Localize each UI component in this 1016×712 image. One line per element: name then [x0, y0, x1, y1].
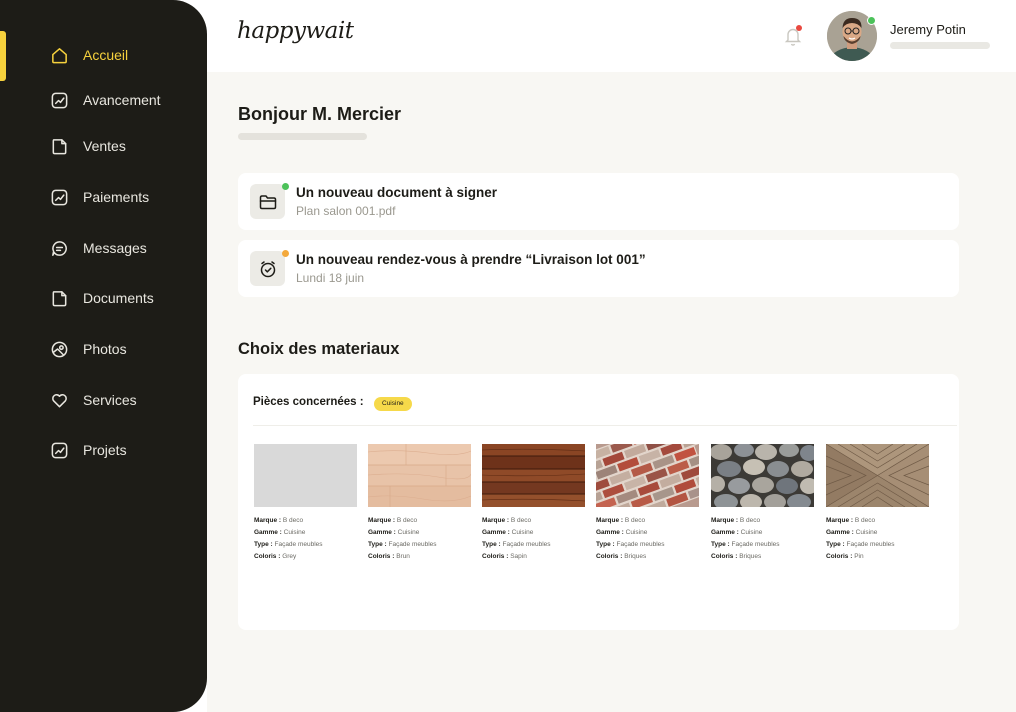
greeting-subtitle-placeholder: [238, 133, 367, 140]
page-title: Bonjour M. Mercier: [238, 104, 402, 124]
active-indicator: [0, 31, 6, 81]
material-specs: Marque : B deco Gamme : Cuisine Type : F…: [826, 517, 895, 560]
notification-card-document[interactable]: Un nouveau document à signer Plan salon …: [238, 173, 959, 230]
sidebar-item-avancement[interactable]: Avancement: [50, 88, 161, 112]
sidebar-item-messages[interactable]: Messages: [50, 236, 147, 260]
app-logo[interactable]: happywait: [237, 18, 354, 44]
home-icon: [50, 46, 69, 65]
sidebar-item-label: Documents: [83, 290, 154, 306]
material-card[interactable]: Marque : B deco Gamme : Cuisine Type : F…: [826, 444, 929, 563]
material-specs: Marque : B deco Gamme : Cuisine Type : F…: [254, 517, 323, 560]
top-header: happywait Jeremy Potin: [207, 0, 1016, 72]
document-icon: [50, 289, 69, 308]
folder-icon: [259, 194, 276, 209]
chart-icon: [50, 188, 69, 207]
material-swatch-light-wood: [368, 444, 471, 507]
main-content: Bonjour M. Mercier Un nouveau document à…: [207, 72, 1016, 712]
user-name[interactable]: Jeremy Potin: [890, 22, 966, 37]
notifications-button[interactable]: [783, 25, 803, 47]
user-subtitle-placeholder: [890, 42, 990, 49]
material-card[interactable]: Marque : B deco Gamme : Cuisine Type : F…: [254, 444, 357, 563]
sidebar-item-label: Services: [83, 392, 137, 408]
photo-icon: [50, 340, 69, 359]
notification-subtitle: Lundi 18 juin: [296, 271, 365, 285]
rooms-label: Pièces concernées :: [253, 396, 364, 408]
online-status-dot: [867, 16, 876, 25]
notification-icon-box: [250, 184, 285, 219]
material-specs: Marque : B deco Gamme : Cuisine Type : F…: [596, 517, 665, 560]
notification-card-appointment[interactable]: Un nouveau rendez-vous à prendre “Livrai…: [238, 240, 959, 297]
clock-icon: [260, 260, 275, 277]
notification-dot: [796, 25, 802, 31]
materials-panel: Pièces concernées : Cuisine Marque : B d…: [238, 374, 959, 630]
notification-title: Un nouveau document à signer: [296, 185, 498, 200]
sidebar-item-label: Messages: [83, 240, 147, 256]
material-swatch-bricks: [596, 444, 699, 507]
material-card[interactable]: Marque : B deco Gamme : Cuisine Type : F…: [482, 444, 585, 563]
chart-icon: [50, 441, 69, 460]
notification-icon-box: [250, 251, 285, 286]
sidebar-item-documents[interactable]: Documents: [50, 286, 154, 310]
material-specs: Marque : B deco Gamme : Cuisine Type : F…: [368, 517, 437, 560]
material-swatch-stones: [711, 444, 814, 507]
materials-section-title: Choix des materiaux: [238, 340, 400, 358]
chat-icon: [50, 239, 69, 258]
material-swatch-dark-wood: [482, 444, 585, 507]
material-card[interactable]: Marque : B deco Gamme : Cuisine Type : F…: [711, 444, 814, 563]
sidebar-item-label: Ventes: [83, 138, 126, 154]
notification-subtitle: Plan salon 001.pdf: [296, 204, 396, 218]
chart-icon: [50, 91, 69, 110]
sidebar-item-ventes[interactable]: Ventes: [50, 134, 126, 158]
sidebar-item-label: Avancement: [83, 92, 161, 108]
material-card[interactable]: Marque : B deco Gamme : Cuisine Type : F…: [368, 444, 471, 563]
sidebar-item-paiements[interactable]: Paiements: [50, 185, 149, 209]
status-dot: [282, 250, 289, 257]
sidebar: Accueil Avancement Ventes Paiements Mess…: [0, 0, 207, 712]
sidebar-item-accueil[interactable]: Accueil: [50, 43, 128, 67]
document-icon: [50, 137, 69, 156]
material-specs: Marque : B deco Gamme : Cuisine Type : F…: [482, 517, 551, 560]
divider: [253, 425, 957, 426]
notification-title: Un nouveau rendez-vous à prendre “Livrai…: [296, 252, 646, 267]
sidebar-item-label: Paiements: [83, 189, 150, 205]
sidebar-item-label: Accueil: [83, 47, 129, 63]
sidebar-item-projets[interactable]: Projets: [50, 438, 127, 462]
heart-icon: [50, 391, 69, 410]
room-tag[interactable]: Cuisine: [374, 397, 412, 411]
material-card[interactable]: Marque : B deco Gamme : Cuisine Type : F…: [596, 444, 699, 563]
material-specs: Marque : B deco Gamme : Cuisine Type : F…: [711, 517, 780, 560]
sidebar-item-photos[interactable]: Photos: [50, 337, 127, 361]
status-dot: [282, 183, 289, 190]
material-swatch-grey: [254, 444, 357, 507]
sidebar-item-label: Photos: [83, 341, 127, 357]
sidebar-item-services[interactable]: Services: [50, 388, 137, 412]
material-swatch-pine: [826, 444, 929, 507]
sidebar-item-label: Projets: [83, 442, 127, 458]
